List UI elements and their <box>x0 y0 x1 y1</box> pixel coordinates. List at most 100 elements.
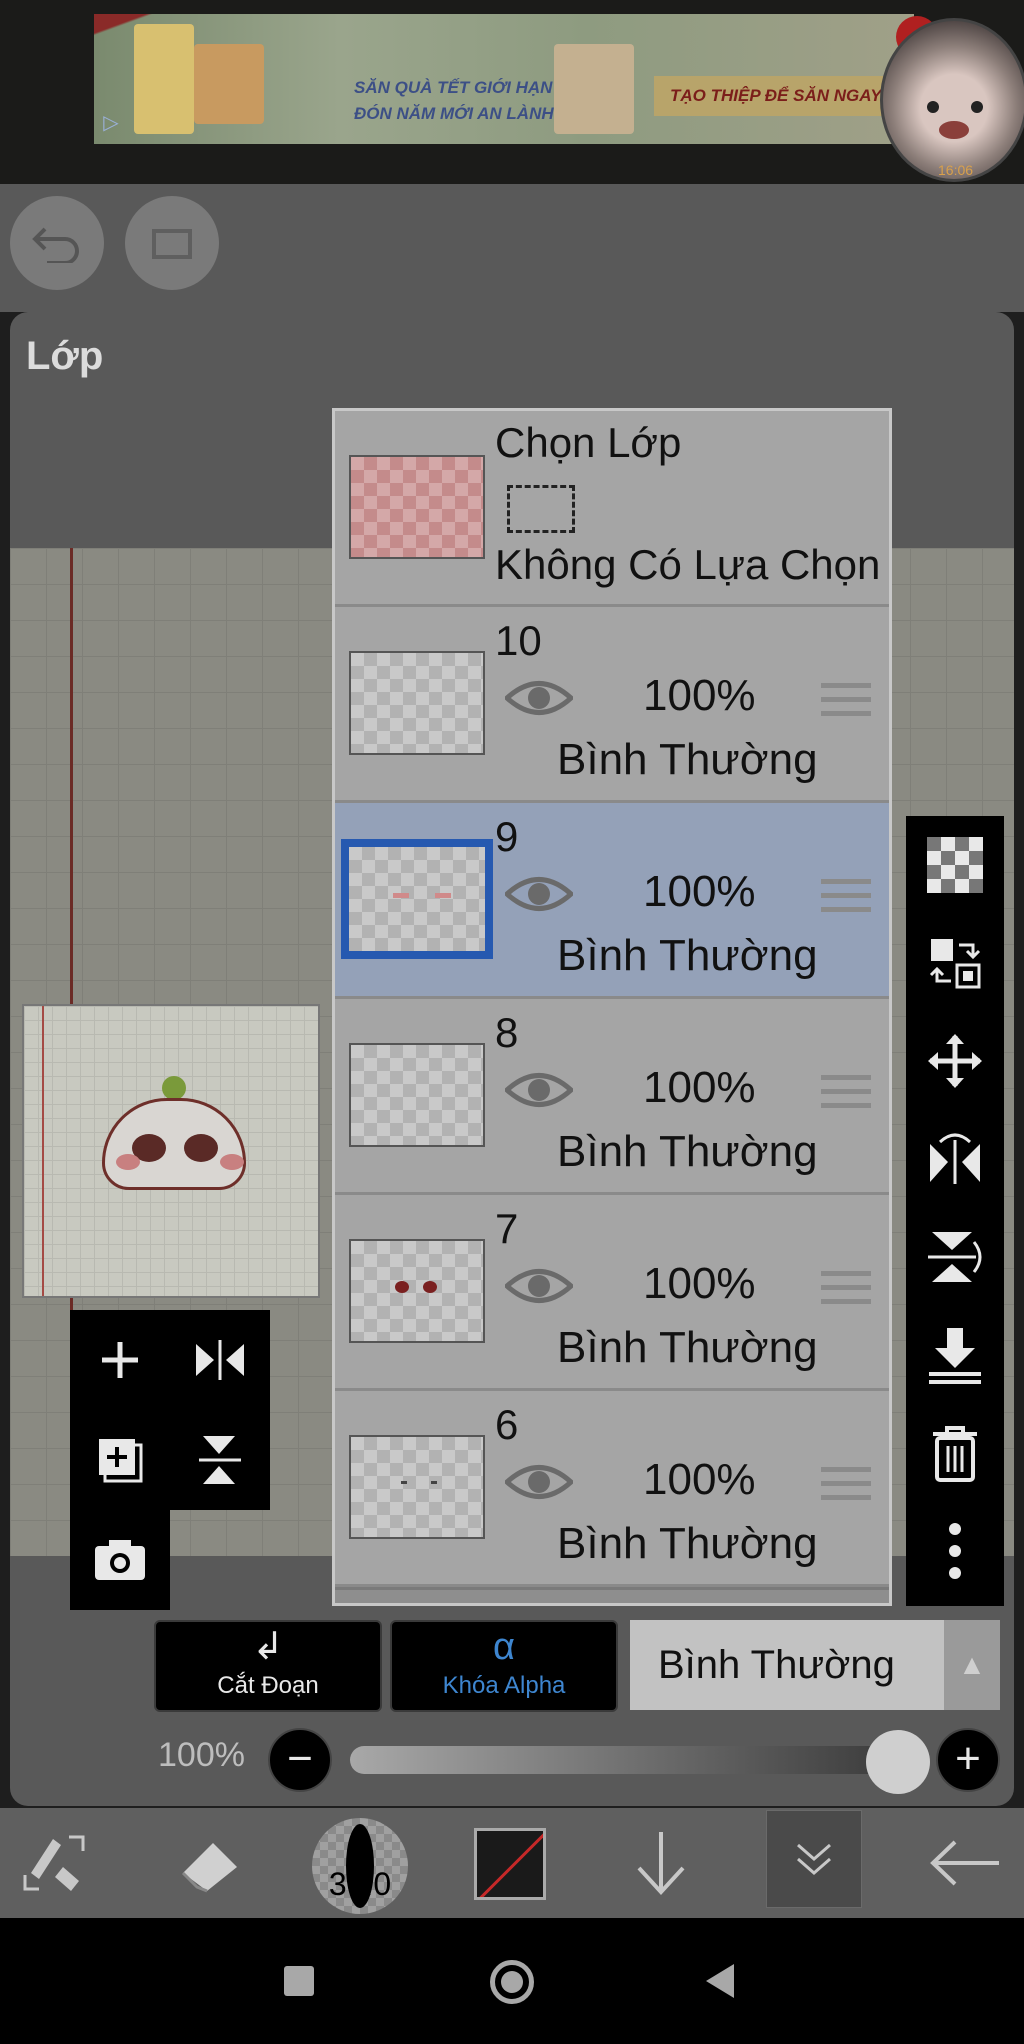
layer-blend-mode: Bình Thường <box>557 735 818 784</box>
duplicate-layer-button[interactable] <box>70 1410 170 1510</box>
layer-blend-mode: Bình Thường <box>557 1127 818 1176</box>
opacity-slider-track[interactable] <box>350 1746 902 1774</box>
color-icon <box>477 1831 543 1897</box>
layer-row[interactable]: 6 100% Bình Thường <box>335 1391 889 1587</box>
flip-vertical-button[interactable] <box>170 1410 270 1510</box>
layer-row[interactable]: 8 100% Bình Thường <box>335 999 889 1195</box>
merge-down-button[interactable] <box>906 1306 1004 1404</box>
transform-tool-button[interactable] <box>18 1816 98 1910</box>
opacity-decrease-button[interactable]: − <box>268 1728 332 1792</box>
flip-horizontal-icon <box>930 1133 980 1184</box>
chat-head-bubble[interactable] <box>880 18 1024 182</box>
move-down-button[interactable] <box>624 1816 698 1910</box>
color-swatch[interactable] <box>474 1828 546 1900</box>
layer-blend-mode: Bình Thường <box>557 1323 818 1372</box>
clipping-button[interactable]: ↲ Cắt Đoạn <box>154 1620 382 1712</box>
layer-row[interactable]: 7 100% Bình Thường <box>335 1195 889 1391</box>
flip-vertical-button-right[interactable] <box>906 1208 1004 1306</box>
drag-handle-icon[interactable] <box>821 879 871 919</box>
eye-icon[interactable] <box>505 1069 573 1111</box>
drag-handle-icon[interactable] <box>821 1075 871 1115</box>
ad-banner[interactable]: SĂN QUÀ TẾT GIỚI HẠN ĐÓN NĂM MỚI AN LÀNH… <box>94 14 914 144</box>
ad-headline: SĂN QUÀ TẾT GIỚI HẠN <box>354 78 553 97</box>
alpha-lock-button[interactable]: α Khóa Alpha <box>390 1620 618 1712</box>
clip-arrow-icon: ↲ <box>252 1626 284 1668</box>
layer-number: 6 <box>495 1401 519 1448</box>
move-button[interactable] <box>906 1012 1004 1110</box>
layer-opacity: 100% <box>643 671 756 720</box>
more-options-button[interactable] <box>906 1502 1004 1600</box>
back-button[interactable] <box>926 1816 1006 1910</box>
canvas-preview[interactable] <box>22 1004 320 1298</box>
eye-icon[interactable] <box>505 1265 573 1307</box>
ad-cta[interactable]: TẠO THIỆP ĐỂ SĂN NGAY <box>654 76 914 116</box>
character-cheek-left <box>116 1154 140 1170</box>
flip-vertical-icon <box>928 1232 982 1282</box>
opacity-slider-handle[interactable] <box>866 1730 930 1794</box>
flip-horizontal-button[interactable] <box>170 1310 270 1410</box>
home-icon[interactable] <box>490 1960 534 2004</box>
duplicate-icon <box>99 1439 143 1483</box>
drag-handle-icon[interactable] <box>821 1271 871 1311</box>
eraser-tool-button[interactable] <box>170 1816 250 1910</box>
camera-button[interactable] <box>70 1510 170 1610</box>
flip-vertical-icon <box>199 1436 241 1484</box>
character-cheek-right <box>220 1154 244 1170</box>
layer-opacity: 100% <box>643 1455 756 1504</box>
more-icon <box>949 1523 961 1579</box>
transform-icon <box>23 1835 85 1891</box>
trash-icon <box>933 1426 977 1482</box>
alpha-lock-label: Khóa Alpha <box>442 1672 566 1699</box>
layer-opacity: 100% <box>643 867 756 916</box>
transparent-button[interactable] <box>906 816 1004 914</box>
flip-horizontal-icon <box>196 1340 244 1380</box>
blend-mode-select[interactable]: Bình Thường <box>630 1620 944 1710</box>
system-back-icon[interactable] <box>706 1964 734 1998</box>
arrow-down-icon <box>637 1832 685 1895</box>
merge-down-icon <box>929 1328 981 1384</box>
drag-handle-icon[interactable] <box>821 1467 871 1507</box>
panel-title: Lớp <box>26 334 104 378</box>
undo-icon <box>32 227 79 263</box>
eye-icon[interactable] <box>505 677 573 719</box>
swap-layers-button[interactable] <box>906 914 1004 1012</box>
layer-opacity: 100% <box>643 1063 756 1112</box>
app-screen: SĂN QUÀ TẾT GIỚI HẠN ĐÓN NĂM MỚI AN LÀNH… <box>0 0 1024 2044</box>
layer-thumbnail <box>349 1435 485 1539</box>
layer-row[interactable]: 9 100% Bình Thường <box>335 803 889 999</box>
marquee-icon <box>507 485 575 533</box>
move-icon <box>928 1034 982 1088</box>
delete-layer-button[interactable] <box>906 1404 1004 1502</box>
lock-icon: α <box>493 1626 515 1668</box>
opacity-value: 100% <box>158 1736 245 1774</box>
collapse-panel-button[interactable] <box>766 1810 862 1908</box>
add-layer-button[interactable] <box>70 1310 170 1410</box>
ad-bar: SĂN QUÀ TẾT GIỚI HẠN ĐÓN NĂM MỚI AN LÀNH… <box>0 0 1024 184</box>
ad-info-icon[interactable]: ▷ <box>96 108 126 138</box>
add-icon <box>102 1342 138 1378</box>
eye-icon[interactable] <box>505 873 573 915</box>
opacity-increase-button[interactable]: + <box>936 1728 1000 1792</box>
layer-blend-mode: Bình Thường <box>557 1519 818 1568</box>
selection-layer-row[interactable]: Chọn Lớp Không Có Lựa Chọn <box>335 411 889 607</box>
clipboard-button[interactable] <box>125 196 219 290</box>
selection-layer-title: Chọn Lớp <box>495 419 682 466</box>
clipboard-icon <box>152 229 192 259</box>
layer-row[interactable]: 10 100% Bình Thường <box>335 607 889 803</box>
undo-button[interactable] <box>10 196 104 290</box>
drag-handle-icon[interactable] <box>821 683 871 723</box>
layer-thumbnail <box>349 1239 485 1343</box>
blend-mode-arrow-icon[interactable]: ▲ <box>944 1620 1000 1710</box>
collapse-icon <box>797 1843 831 1875</box>
flip-horizontal-button-right[interactable] <box>906 1110 1004 1208</box>
recents-icon[interactable] <box>284 1966 314 1996</box>
swap-layers-icon <box>929 939 981 989</box>
layer-list[interactable]: Chọn Lớp Không Có Lựa Chọn 10 100% Bình Th… <box>332 408 892 1606</box>
eye-icon[interactable] <box>505 1461 573 1503</box>
selection-layer-status: Không Có Lựa Chọn <box>495 541 881 588</box>
brush-size-value: 30.0 <box>328 1866 392 1902</box>
layer-opacity: 100% <box>643 1259 756 1308</box>
layer-number: 8 <box>495 1009 519 1056</box>
selection-layer-thumbnail <box>349 455 485 559</box>
layer-thumbnail <box>349 1043 485 1147</box>
